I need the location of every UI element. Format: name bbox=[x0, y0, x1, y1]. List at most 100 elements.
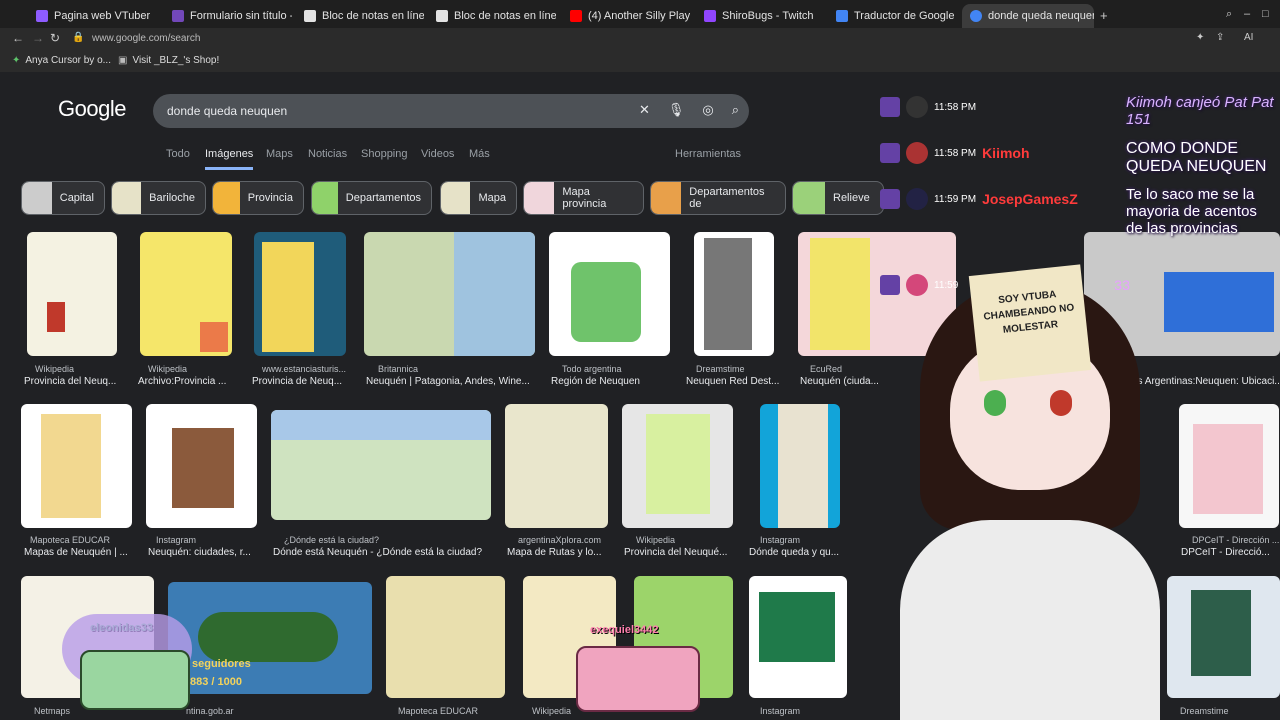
tab-form[interactable]: Formulario sin título - Form bbox=[172, 6, 292, 26]
chip-departamentos[interactable]: Departamentos bbox=[311, 181, 432, 215]
result-image[interactable] bbox=[1084, 232, 1280, 356]
chip-thumb bbox=[213, 182, 240, 214]
map-highlight bbox=[47, 302, 65, 332]
result-source: Dreamstime bbox=[696, 364, 745, 374]
result-image[interactable] bbox=[271, 410, 491, 520]
result-image[interactable] bbox=[364, 232, 535, 356]
result-title[interactable]: Neuquén (ciuda... bbox=[800, 376, 880, 387]
search-input[interactable]: donde queda neuquen ✕ 🎙 ◎ ⌕ bbox=[153, 94, 749, 128]
tab-todo[interactable]: Todo bbox=[166, 148, 190, 160]
map-shape bbox=[810, 238, 870, 350]
result-title[interactable]: Región de Neuquen bbox=[551, 376, 669, 387]
tab-vtuber[interactable]: Pagina web VTuber bbox=[36, 6, 160, 26]
result-image[interactable] bbox=[694, 232, 774, 356]
chip-mapa-provincia[interactable]: Mapa provincia bbox=[523, 181, 644, 215]
result-image[interactable] bbox=[254, 232, 346, 356]
chip-provincia[interactable]: Provincia bbox=[212, 181, 304, 215]
new-tab-icon[interactable]: + bbox=[1100, 8, 1108, 23]
bookmarks-bar: ✦ Anya Cursor by o... ▣ Visit _BLZ_'s Shop… bbox=[0, 50, 1280, 72]
result-title[interactable]: DPCeIT - Direcció... bbox=[1181, 547, 1279, 558]
tab-imagenes[interactable]: Imágenes bbox=[205, 148, 254, 170]
result-image[interactable] bbox=[798, 232, 956, 356]
tab-google-search[interactable]: donde queda neuquen - Bu bbox=[962, 4, 1094, 28]
tools-button[interactable]: Herramientas bbox=[675, 148, 741, 160]
result-title[interactable]: Neuquén: ciudades, r... bbox=[148, 547, 258, 558]
tab-mas[interactable]: Más bbox=[469, 148, 490, 160]
result-source: Instagram bbox=[760, 706, 801, 716]
result-image[interactable] bbox=[622, 404, 733, 528]
result-image[interactable] bbox=[549, 232, 670, 356]
chip-capital[interactable]: Capital bbox=[21, 181, 105, 215]
maximize-icon[interactable]: □ bbox=[1262, 8, 1269, 20]
result-image[interactable] bbox=[386, 576, 505, 698]
ai-icon[interactable]: AI bbox=[1244, 32, 1253, 43]
chip-relieve[interactable]: Relieve bbox=[792, 181, 884, 215]
result-source: Wikipedia bbox=[532, 706, 572, 716]
lens-icon[interactable]: ◎ bbox=[702, 102, 713, 118]
google-logo[interactable]: Google bbox=[58, 96, 126, 122]
result-title[interactable]: Neuquén | Patagonia, Andes, Wine... bbox=[366, 376, 538, 387]
reload-icon[interactable]: ↻ bbox=[50, 31, 60, 45]
map-shape bbox=[571, 262, 641, 342]
tab-notepad-1[interactable]: Bloc de notas en línea - Te bbox=[304, 6, 424, 26]
result-image[interactable] bbox=[760, 404, 840, 528]
bookmark-blz-shop[interactable]: ▣ Visit _BLZ_'s Shop! bbox=[118, 55, 219, 66]
map-land bbox=[778, 404, 828, 528]
minimize-icon[interactable]: – bbox=[1244, 8, 1250, 20]
tab-twitch[interactable]: ShiroBugs - Twitch bbox=[704, 6, 824, 26]
chip-departamentos-de[interactable]: Departamentos de bbox=[650, 181, 786, 215]
result-title[interactable]: Mapa de Rutas y lo... bbox=[507, 547, 611, 558]
tab-videos[interactable]: Videos bbox=[421, 148, 454, 160]
result-title[interactable]: Provincia del Neuq... bbox=[24, 376, 124, 387]
result-title[interactable]: Archivo:Provincia ... bbox=[138, 376, 238, 387]
chip-thumb bbox=[312, 182, 338, 214]
result-image[interactable] bbox=[146, 404, 257, 528]
result-image[interactable] bbox=[1167, 576, 1280, 698]
tab-notepad-2[interactable]: Bloc de notas en línea - Te bbox=[436, 6, 556, 26]
result-image[interactable] bbox=[21, 404, 132, 528]
map-water bbox=[271, 410, 491, 440]
tab-translate[interactable]: Traductor de Google bbox=[836, 6, 956, 26]
extensions-icon[interactable]: ✦ bbox=[1196, 32, 1204, 43]
forward-icon[interactable]: → bbox=[32, 31, 44, 45]
search-icon[interactable]: ⌕ bbox=[732, 102, 739, 118]
bookmark-anya-cursor[interactable]: ✦ Anya Cursor by o... bbox=[12, 55, 111, 66]
result-image[interactable] bbox=[523, 576, 616, 698]
clear-icon[interactable]: ✕ bbox=[639, 102, 650, 118]
chip-thumb bbox=[793, 182, 825, 214]
result-image[interactable] bbox=[634, 576, 733, 698]
map-shape bbox=[704, 238, 752, 350]
map-shape bbox=[262, 242, 314, 352]
url-field[interactable]: www.google.com/search bbox=[92, 33, 200, 44]
result-title[interactable]: Provincia del Neuqué... bbox=[624, 547, 736, 558]
chip-bariloche[interactable]: Bariloche bbox=[111, 181, 206, 215]
tab-youtube[interactable]: (4) Another Silly Playlis bbox=[570, 6, 690, 26]
chip-thumb bbox=[651, 182, 682, 214]
result-image[interactable] bbox=[505, 404, 608, 528]
result-title[interactable]: Dónde está Neuquén - ¿Dónde está la ciud… bbox=[273, 547, 493, 558]
result-title[interactable]: Neuquen Red Dest... bbox=[686, 376, 780, 387]
result-image[interactable] bbox=[27, 232, 117, 356]
back-icon[interactable]: ← bbox=[12, 31, 24, 45]
tab-shopping[interactable]: Shopping bbox=[361, 148, 408, 160]
result-title[interactable]: as Argentinas:Neuquen: Ubicaci... bbox=[1132, 376, 1280, 387]
chip-thumb bbox=[441, 182, 471, 214]
mic-icon[interactable]: 🎙 bbox=[668, 102, 685, 118]
share-icon[interactable]: ⇪ bbox=[1216, 32, 1224, 43]
result-source: Wikipedia bbox=[148, 364, 188, 374]
result-image[interactable] bbox=[1179, 404, 1279, 528]
result-title[interactable]: Mapas de Neuquén | ... bbox=[24, 547, 136, 558]
result-title[interactable]: Dónde queda y qu... bbox=[749, 547, 849, 558]
result-title[interactable]: Provincia de Neuq... bbox=[252, 376, 356, 387]
result-source: ¿Dónde está la ciudad? bbox=[284, 535, 380, 545]
browser-tab-bar: Pagina web VTuber Formulario sin título … bbox=[0, 0, 1280, 30]
tab-noticias[interactable]: Noticias bbox=[308, 148, 347, 160]
result-source: Wikipedia bbox=[35, 364, 75, 374]
tab-maps[interactable]: Maps bbox=[266, 148, 293, 160]
search-tabs-icon[interactable]: ⌕ bbox=[1226, 8, 1232, 21]
result-image[interactable] bbox=[21, 576, 154, 698]
result-image[interactable] bbox=[168, 582, 372, 694]
result-image[interactable] bbox=[140, 232, 232, 356]
chip-mapa[interactable]: Mapa bbox=[440, 181, 517, 215]
result-image[interactable] bbox=[749, 576, 847, 698]
